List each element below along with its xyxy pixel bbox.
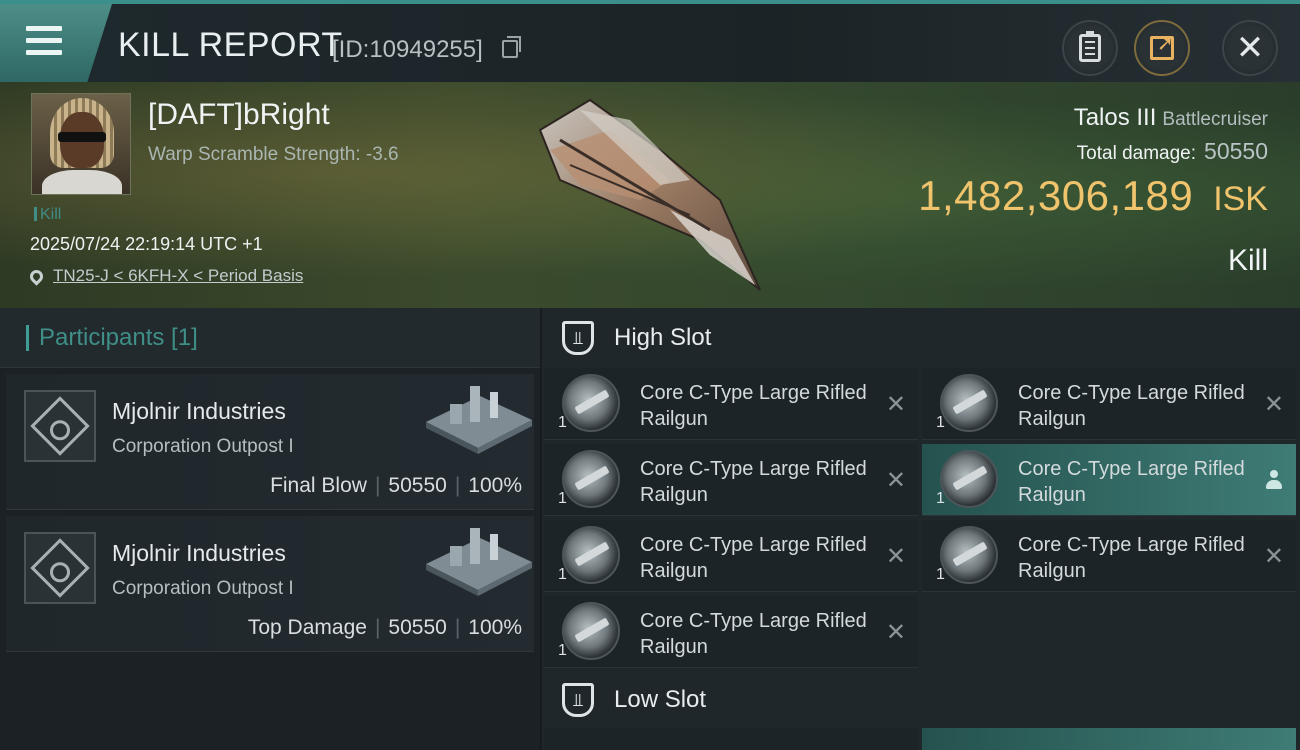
participant-subtitle: Corporation Outpost I bbox=[112, 436, 294, 457]
pilot-name[interactable]: [DAFT]bRight bbox=[148, 98, 330, 132]
participant-name: Mjolnir Industries bbox=[112, 398, 286, 424]
location-link[interactable]: TN25-J < 6KFH-X < Period Basis bbox=[53, 266, 303, 286]
clipboard-button[interactable] bbox=[1062, 20, 1118, 76]
module-quantity: 1 bbox=[936, 414, 945, 431]
share-icon bbox=[1150, 31, 1174, 60]
close-x-icon: ✕ bbox=[885, 543, 906, 570]
participant-name: Mjolnir Industries bbox=[112, 540, 286, 566]
hamburger-icon bbox=[26, 26, 62, 62]
module-item[interactable]: 1 Core C-Type Large Rifled Railgun ✕ bbox=[922, 368, 1296, 440]
ship-class: Battlecruiser bbox=[1162, 109, 1268, 130]
module-item-partial[interactable] bbox=[544, 728, 918, 750]
railgun-icon bbox=[562, 602, 620, 660]
corporation-logo-icon[interactable] bbox=[24, 390, 96, 462]
high-slot-title: High Slot bbox=[614, 324, 712, 351]
module-item[interactable]: 1 Core C-Type Large Rifled Railgun ✕ bbox=[544, 444, 918, 516]
page-title: KILL REPORT bbox=[118, 26, 343, 64]
participant-damage: 50550 bbox=[388, 616, 447, 639]
low-slot-title: Low Slot bbox=[614, 686, 707, 713]
module-item[interactable]: 1 Core C-Type Large Rifled Railgun ✕ bbox=[922, 520, 1296, 592]
ship-render[interactable] bbox=[520, 90, 780, 300]
high-slot-icon: ⫫ bbox=[562, 321, 594, 355]
corporation-logo-icon[interactable] bbox=[24, 532, 96, 604]
participant-role: Final Blow bbox=[270, 474, 367, 497]
module-quantity: 1 bbox=[558, 414, 567, 431]
kill-timestamp: 2025/07/24 22:19:14 UTC +1 bbox=[30, 234, 263, 254]
fitting-panel: ⫫ High Slot 1 Core C-Type Large Rifled R… bbox=[542, 308, 1300, 750]
railgun-icon bbox=[940, 526, 998, 584]
ship-info: Talos III Battlecruiser Total damage: 5055… bbox=[1074, 104, 1268, 165]
low-slot-header: ⫫ Low Slot bbox=[542, 670, 1300, 730]
module-name: Core C-Type Large Rifled Railgun bbox=[640, 610, 867, 658]
menu-button[interactable] bbox=[0, 4, 112, 82]
module-quantity: 1 bbox=[936, 490, 945, 507]
module-name: Core C-Type Large Rifled Railgun bbox=[1018, 458, 1245, 506]
high-slot-header: ⫫ High Slot bbox=[542, 308, 1300, 368]
module-name: Core C-Type Large Rifled Railgun bbox=[640, 458, 867, 506]
participant-card[interactable]: Mjolnir Industries Corporation Outpost I… bbox=[6, 374, 534, 510]
isk-value-row: 1,482,306,189 ISK bbox=[918, 172, 1268, 220]
module-name: Core C-Type Large Rifled Railgun bbox=[640, 382, 867, 430]
module-name: Core C-Type Large Rifled Railgun bbox=[640, 534, 867, 582]
person-icon bbox=[1266, 470, 1282, 490]
participant-stats: Final Blow | 50550 | 100% bbox=[270, 474, 522, 497]
close-x-icon: ✕ bbox=[1263, 543, 1284, 570]
kill-summary-banner: [DAFT]bRight Warp Scramble Strength: -3.… bbox=[0, 82, 1300, 308]
outpost-structure-icon bbox=[426, 386, 532, 454]
participant-subtitle: Corporation Outpost I bbox=[112, 578, 294, 599]
module-item-selected[interactable]: 1 Core C-Type Large Rifled Railgun bbox=[922, 444, 1296, 516]
module-item-partial[interactable] bbox=[922, 728, 1296, 750]
participant-stats: Top Damage | 50550 | 100% bbox=[247, 616, 522, 639]
participant-percent: 100% bbox=[468, 616, 522, 639]
clipboard-icon bbox=[1079, 31, 1101, 62]
participants-panel: Participants [1] Mjolnir Industries Corp… bbox=[0, 308, 540, 750]
participant-damage: 50550 bbox=[388, 474, 447, 497]
copy-icon[interactable] bbox=[502, 36, 521, 58]
railgun-icon bbox=[562, 374, 620, 432]
module-name: Core C-Type Large Rifled Railgun bbox=[1018, 534, 1245, 582]
module-quantity: 1 bbox=[936, 566, 945, 583]
railgun-icon bbox=[562, 526, 620, 584]
kill-result: Kill bbox=[1227, 244, 1268, 277]
kill-tag: Kill bbox=[34, 206, 61, 224]
close-button[interactable]: ✕ bbox=[1222, 20, 1278, 76]
participant-percent: 100% bbox=[468, 474, 522, 497]
total-damage-row: Total damage: 50550 bbox=[1074, 138, 1268, 165]
module-quantity: 1 bbox=[558, 642, 567, 659]
location-row[interactable]: TN25-J < 6KFH-X < Period Basis bbox=[27, 266, 303, 286]
low-slot-icon: ⫫ bbox=[562, 683, 594, 717]
total-damage-value: 50550 bbox=[1204, 138, 1268, 164]
outpost-structure-icon bbox=[426, 528, 532, 596]
isk-unit: ISK bbox=[1213, 180, 1268, 218]
ship-name[interactable]: Talos III bbox=[1074, 104, 1157, 131]
title-bar: KILL REPORT [ID:10949255] ✕ bbox=[0, 0, 1300, 82]
isk-value: 1,482,306,189 bbox=[918, 172, 1194, 219]
participant-card[interactable]: Mjolnir Industries Corporation Outpost I… bbox=[6, 516, 534, 652]
participants-header[interactable]: Participants [1] bbox=[0, 308, 540, 368]
close-x-icon: ✕ bbox=[1263, 391, 1284, 418]
railgun-icon bbox=[940, 450, 998, 508]
close-x-icon: ✕ bbox=[885, 391, 906, 418]
total-damage-label: Total damage: bbox=[1076, 143, 1197, 164]
module-item[interactable]: 1 Core C-Type Large Rifled Railgun ✕ bbox=[544, 596, 918, 668]
module-item[interactable]: 1 Core C-Type Large Rifled Railgun ✕ bbox=[544, 520, 918, 592]
participants-title: Participants [1] bbox=[39, 323, 198, 351]
share-button[interactable] bbox=[1134, 20, 1190, 76]
module-name: Core C-Type Large Rifled Railgun bbox=[1018, 382, 1245, 430]
module-item[interactable]: 1 Core C-Type Large Rifled Railgun ✕ bbox=[544, 368, 918, 440]
report-id: [ID:10949255] bbox=[332, 36, 483, 63]
close-x-icon: ✕ bbox=[885, 467, 906, 494]
railgun-icon bbox=[940, 374, 998, 432]
module-quantity: 1 bbox=[558, 566, 567, 583]
location-pin-icon bbox=[27, 266, 46, 286]
module-quantity: 1 bbox=[558, 490, 567, 507]
pilot-portrait[interactable] bbox=[31, 93, 131, 195]
warp-scramble-strength: Warp Scramble Strength: -3.6 bbox=[148, 144, 399, 165]
participant-role: Top Damage bbox=[247, 616, 367, 639]
railgun-icon bbox=[562, 450, 620, 508]
close-x-icon: ✕ bbox=[885, 619, 906, 646]
close-icon: ✕ bbox=[1235, 29, 1265, 67]
